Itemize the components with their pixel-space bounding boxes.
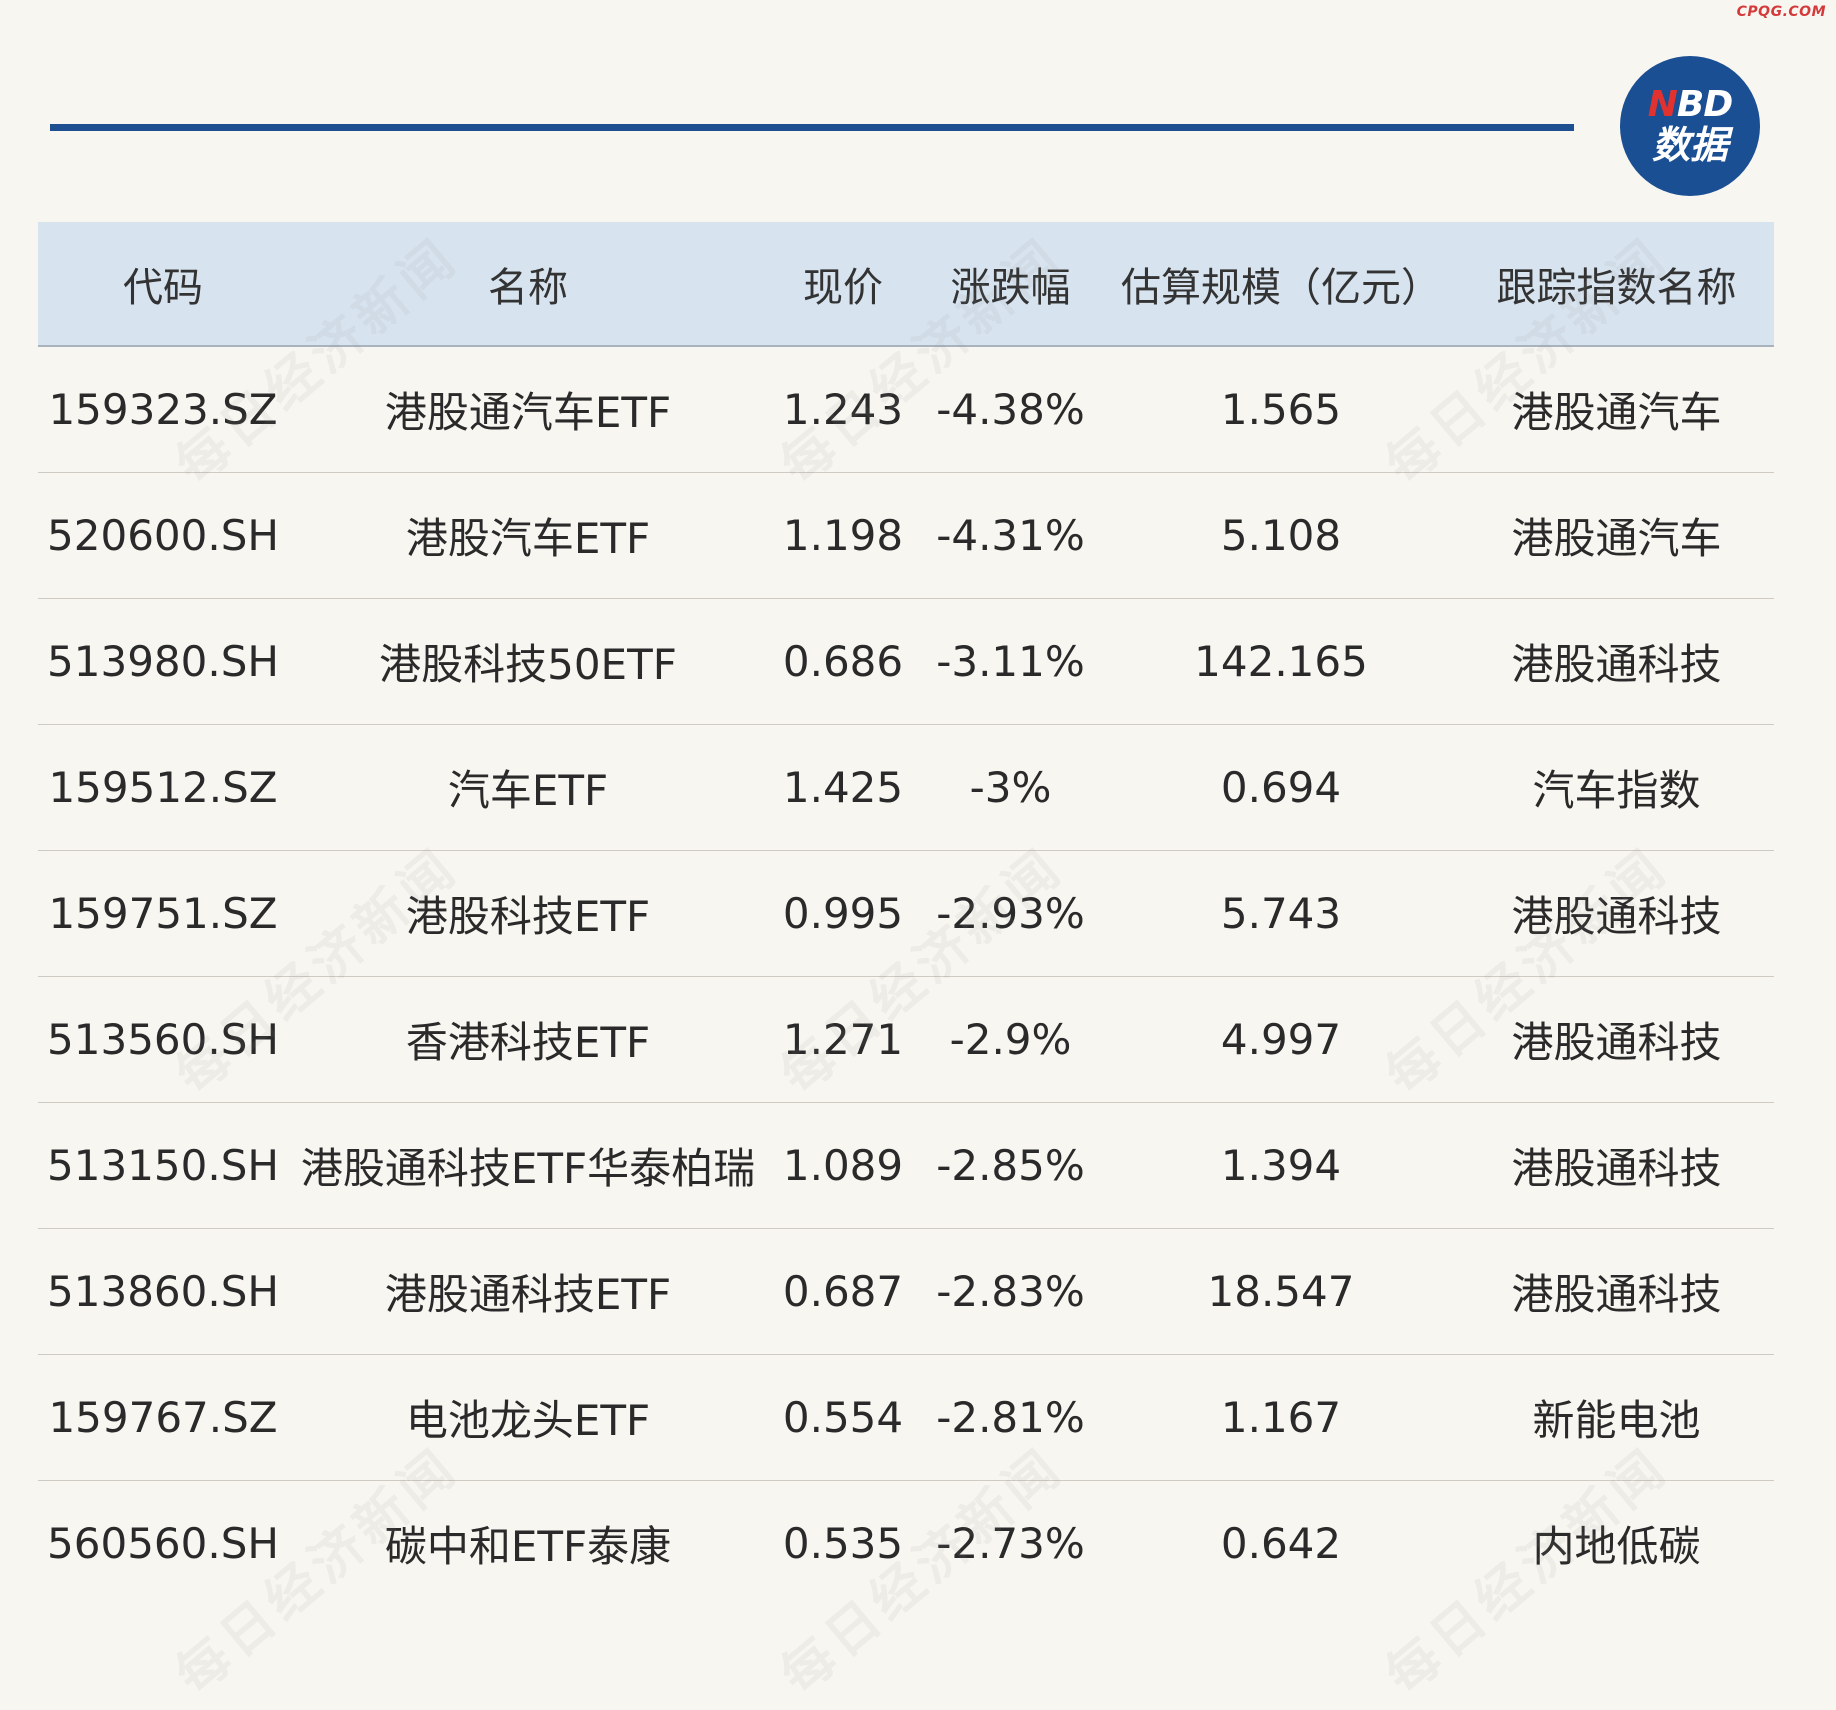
cell-size: 1.394	[1103, 1102, 1459, 1229]
cell-code: 520600.SH	[38, 472, 288, 599]
cell-price: 0.686	[768, 598, 918, 725]
logo-n-letter: N	[1647, 84, 1678, 125]
table-row: 159751.SZ 港股科技ETF 0.995 -2.93% 5.743 港股通…	[38, 850, 1774, 977]
cell-price: 1.089	[768, 1102, 918, 1229]
cell-size: 4.997	[1103, 976, 1459, 1103]
cell-change: -4.31%	[918, 472, 1103, 599]
header-name: 名称	[288, 222, 768, 347]
cell-size: 0.694	[1103, 724, 1459, 851]
cell-index: 汽车指数	[1459, 724, 1774, 851]
table-header-row: 代码 名称 现价 涨跌幅 估算规模（亿元） 跟踪指数名称	[38, 222, 1774, 347]
cell-index: 港股通汽车	[1459, 472, 1774, 599]
table-row: 159323.SZ 港股通汽车ETF 1.243 -4.38% 1.565 港股…	[38, 346, 1774, 473]
table-row: 520600.SH 港股汽车ETF 1.198 -4.31% 5.108 港股通…	[38, 472, 1774, 599]
header-change: 涨跌幅	[918, 222, 1103, 347]
cell-code: 159323.SZ	[38, 346, 288, 473]
table-row: 513560.SH 香港科技ETF 1.271 -2.9% 4.997 港股通科…	[38, 976, 1774, 1103]
cell-size: 18.547	[1103, 1228, 1459, 1355]
cell-code: 159767.SZ	[38, 1354, 288, 1481]
cell-price: 0.554	[768, 1354, 918, 1481]
header-price: 现价	[768, 222, 918, 347]
header-code: 代码	[38, 222, 288, 347]
nbd-data-logo: NBD 数据	[1620, 56, 1760, 196]
cell-code: 513860.SH	[38, 1228, 288, 1355]
cell-index: 港股通科技	[1459, 976, 1774, 1103]
cell-change: -3%	[918, 724, 1103, 851]
cell-name: 香港科技ETF	[288, 976, 768, 1103]
table-row: 560560.SH 碳中和ETF泰康 0.535 -2.73% 0.642 内地…	[38, 1480, 1774, 1606]
etf-decline-table: 代码 名称 现价 涨跌幅 估算规模（亿元） 跟踪指数名称 159323.SZ 港…	[38, 222, 1774, 1606]
cell-size: 1.167	[1103, 1354, 1459, 1481]
cell-size: 1.565	[1103, 346, 1459, 473]
table-row: 513860.SH 港股通科技ETF 0.687 -2.83% 18.547 港…	[38, 1228, 1774, 1355]
table-row: 159512.SZ 汽车ETF 1.425 -3% 0.694 汽车指数	[38, 724, 1774, 851]
cell-change: -2.9%	[918, 976, 1103, 1103]
cell-index: 港股通科技	[1459, 1102, 1774, 1229]
header-index: 跟踪指数名称	[1459, 222, 1774, 347]
table-row: 513150.SH 港股通科技ETF华泰柏瑞 1.089 -2.85% 1.39…	[38, 1102, 1774, 1229]
logo-top-text: NBD	[1647, 84, 1733, 125]
cell-code: 513980.SH	[38, 598, 288, 725]
cell-index: 港股通科技	[1459, 1228, 1774, 1355]
cell-name: 电池龙头ETF	[288, 1354, 768, 1481]
logo-bd-letters: BD	[1676, 84, 1733, 125]
cell-change: -2.81%	[918, 1354, 1103, 1481]
cell-change: -2.85%	[918, 1102, 1103, 1229]
cell-change: -2.83%	[918, 1228, 1103, 1355]
cell-price: 1.425	[768, 724, 918, 851]
cell-price: 1.243	[768, 346, 918, 473]
site-watermark-text: CPQG.COM	[1736, 4, 1826, 20]
cell-size: 5.108	[1103, 472, 1459, 599]
cell-name: 港股科技ETF	[288, 850, 768, 977]
cell-code: 513560.SH	[38, 976, 288, 1103]
cell-price: 0.535	[782, 1518, 904, 1568]
cell-size: 5.743	[1103, 850, 1459, 977]
cell-index: 内地低碳	[1532, 1521, 1701, 1571]
cell-name: 港股科技50ETF	[288, 598, 768, 725]
cell-change: -4.38%	[918, 346, 1103, 473]
cell-price: 1.271	[768, 976, 918, 1103]
cell-code: 159751.SZ	[38, 850, 288, 977]
cell-size: 142.165	[1103, 598, 1459, 725]
table-row: 513980.SH 港股科技50ETF 0.686 -3.11% 142.165…	[38, 598, 1774, 725]
cell-name: 港股通汽车ETF	[288, 346, 768, 473]
cell-size: 0.642	[1220, 1518, 1342, 1568]
cell-code: 159512.SZ	[38, 724, 288, 851]
cell-code: 513150.SH	[38, 1102, 288, 1229]
header-rule	[50, 124, 1574, 131]
logo-bottom-text: 数据	[1651, 123, 1728, 167]
cell-index: 港股通科技	[1459, 598, 1774, 725]
table-row: 159767.SZ 电池龙头ETF 0.554 -2.81% 1.167 新能电…	[38, 1354, 1774, 1481]
cell-price: 0.687	[768, 1228, 918, 1355]
cell-price: 1.198	[768, 472, 918, 599]
table-body: 159323.SZ 港股通汽车ETF 1.243 -4.38% 1.565 港股…	[38, 346, 1774, 1606]
cell-index: 新能电池	[1459, 1354, 1774, 1481]
etf-table-container: 代码 名称 现价 涨跌幅 估算规模（亿元） 跟踪指数名称 159323.SZ 港…	[38, 222, 1774, 1606]
cell-change: -2.93%	[918, 850, 1103, 977]
cell-price: 0.995	[768, 850, 918, 977]
cell-name: 港股通科技ETF华泰柏瑞	[288, 1102, 768, 1229]
cell-name: 碳中和ETF泰康	[384, 1521, 672, 1571]
header-size: 估算规模（亿元）	[1103, 222, 1459, 347]
table-header: 代码 名称 现价 涨跌幅 估算规模（亿元） 跟踪指数名称	[38, 222, 1774, 347]
cell-name: 港股通科技ETF	[288, 1228, 768, 1355]
cell-index: 港股通汽车	[1459, 346, 1774, 473]
cell-change: -3.11%	[918, 598, 1103, 725]
cell-index: 港股通科技	[1459, 850, 1774, 977]
cell-name: 汽车ETF	[288, 724, 768, 851]
cell-name: 港股汽车ETF	[288, 472, 768, 599]
cell-code: 560560.SH	[47, 1518, 279, 1568]
cell-change: -2.73%	[936, 1518, 1085, 1568]
